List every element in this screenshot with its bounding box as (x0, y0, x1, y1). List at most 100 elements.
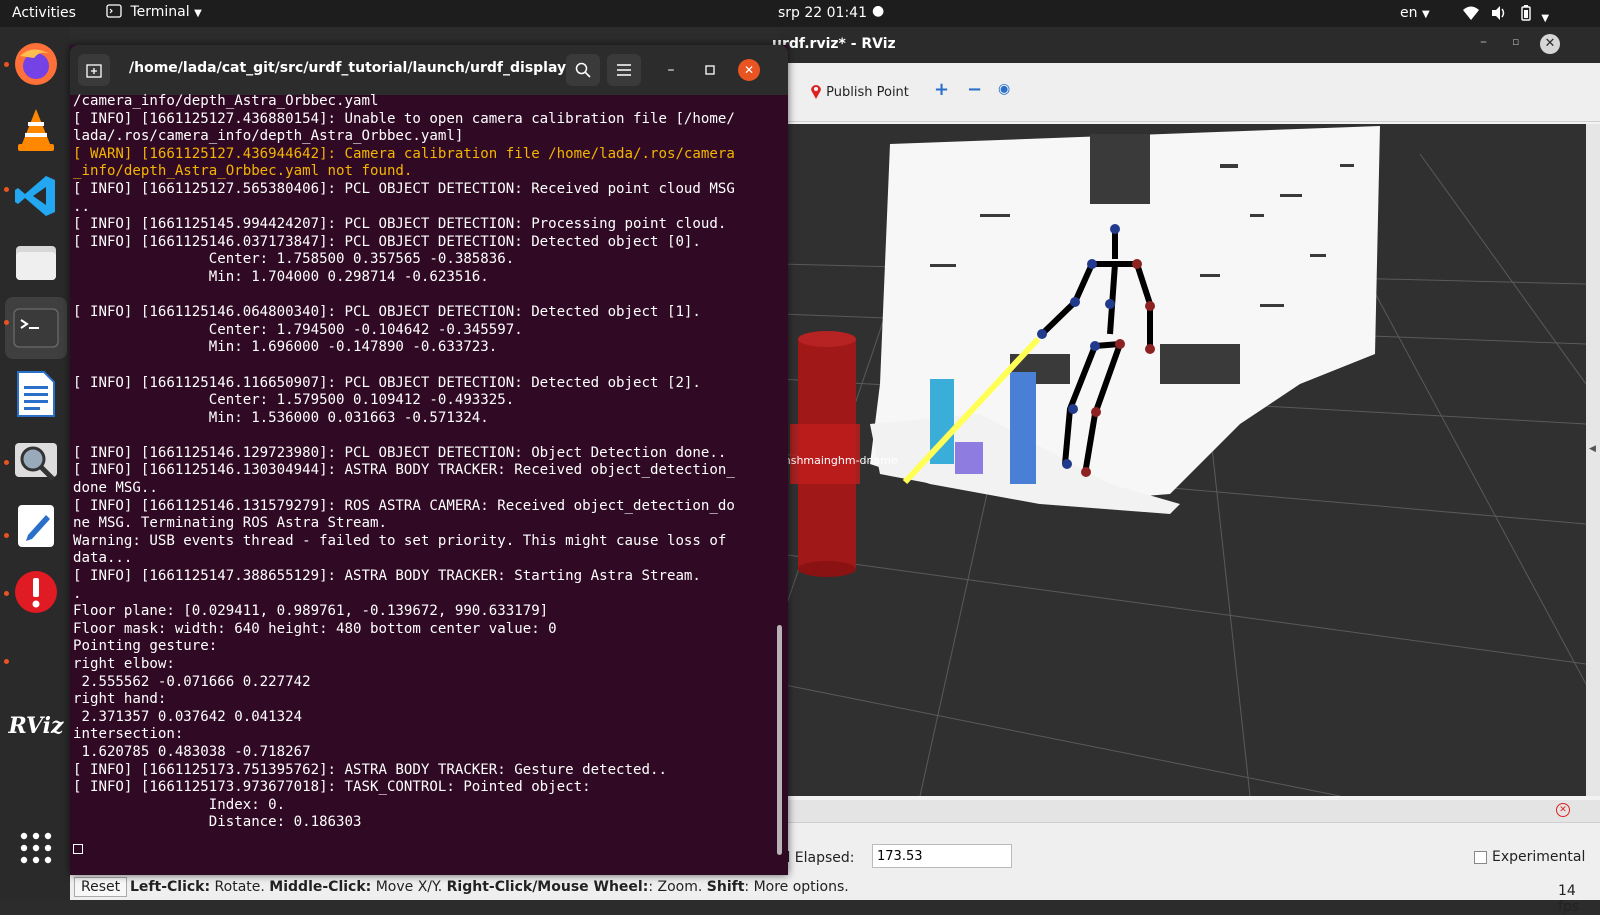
terminal-line: 2.371357 0.037642 0.041324 (73, 708, 303, 725)
show-apps-icon (20, 832, 52, 864)
terminal-line: Floor plane: [0.029411, 0.989761, -0.139… (73, 603, 549, 620)
dock-rviz[interactable]: RViz (5, 695, 67, 757)
minimize-button[interactable]: – (1480, 34, 1487, 50)
rviz-titlebar: urdf.rviz* - RViz – ▫ ✕ (772, 27, 1600, 63)
dock-text-editor[interactable] (5, 495, 67, 557)
rviz-side-handle[interactable]: ◀ (1586, 124, 1600, 796)
terminal-line: right elbow: (73, 656, 175, 672)
running-indicator (4, 659, 9, 664)
new-tab-button[interactable] (78, 54, 110, 86)
terminal-line: [ INFO] [1661125145.994424207]: PCL OBJE… (73, 216, 727, 233)
clock[interactable]: srp 22 01:41 (778, 5, 867, 21)
app-name-label: Terminal (130, 4, 190, 20)
maximize-button[interactable]: ▫ (1512, 35, 1519, 48)
rviz-toolbar: al Publish Point + − ◉ (774, 63, 1600, 122)
rviz-window-title: urdf.rviz* - RViz (772, 36, 896, 52)
dock-show-apps[interactable] (5, 817, 67, 879)
terminal-app-menu[interactable]: Terminal ▼ (106, 4, 202, 20)
chevron-down-icon: ▼ (194, 8, 202, 19)
dock-writer[interactable] (5, 363, 67, 425)
running-indicator (4, 320, 9, 325)
experimental-label: Experimental (1492, 849, 1586, 865)
language-selector[interactable]: en ▼ (1400, 5, 1430, 21)
terminal-line: Center: 1.758500 0.357565 -0.385836. (73, 251, 515, 268)
activities-button[interactable]: Activities (12, 5, 76, 21)
maximize-button[interactable] (699, 59, 721, 81)
text-editor-icon (18, 505, 54, 547)
plus-icon[interactable]: + (934, 79, 949, 100)
dock-firefox[interactable] (5, 33, 67, 95)
time-panel-header: ✕ (780, 800, 1600, 823)
terminal-line: [ INFO] [1661125147.388655129]: ASTRA BO… (73, 568, 701, 585)
terminal-icon (13, 308, 59, 348)
terminal-line: [ INFO] [1661125127.436880154]: Unable t… (73, 110, 735, 127)
dock-vscode[interactable] (5, 165, 67, 227)
publish-point-label: Publish Point (826, 85, 909, 100)
terminal-cursor (73, 844, 83, 854)
terminal-line: [ INFO] [1661125146.116650907]: PCL OBJE… (73, 374, 701, 391)
detected-object-1 (955, 442, 983, 474)
terminal-line: _info/depth_Astra_Orbbec.yaml not found. (73, 163, 413, 180)
close-button[interactable]: ✕ (738, 59, 760, 81)
dock-image-viewer[interactable] (5, 429, 67, 491)
dock: RViz (0, 27, 70, 900)
terminal-line: [ INFO] [1661125173.751395762]: ASTRA BO… (73, 761, 667, 778)
system-menu[interactable]: ▼ (1462, 5, 1549, 25)
terminal-line: 2.555562 -0.071666 0.227742 (73, 673, 311, 690)
wall-elapsed-field[interactable] (872, 844, 1012, 868)
terminal-output[interactable]: /camera_info/depth_Astra_Orbbec.yaml[ IN… (73, 93, 773, 893)
menu-button[interactable] (607, 54, 641, 86)
maximize-icon (705, 65, 715, 75)
dock-files[interactable] (5, 231, 67, 293)
terminal-line: . (73, 585, 82, 602)
frame-label: mshmainghm-dname (780, 454, 898, 467)
terminal-small-icon (106, 4, 122, 18)
firefox-icon (15, 43, 57, 85)
terminal-line: 1.620785 0.483038 -0.718267 (73, 743, 311, 760)
terminal-line: intersection: (73, 726, 184, 743)
terminal-line: /camera_info/depth_Astra_Orbbec.yaml (73, 93, 379, 109)
terminal-line: .. (73, 198, 90, 215)
terminal-window: /home/lada/cat_git/src/urdf_tutorial/lau… (70, 45, 788, 875)
terminal-line: lada/.ros/camera_info/depth_Astra_Orbbec… (73, 128, 464, 145)
chevron-down-icon: ▼ (1421, 9, 1430, 20)
rviz-icon: RViz (8, 713, 64, 739)
terminal-line: done MSG.. (73, 480, 158, 497)
minus-icon[interactable]: − (967, 79, 982, 100)
terminal-line: [ INFO] [1661125146.129723980]: PCL OBJE… (73, 444, 727, 461)
3d-viewport[interactable]: mshmainghm-dname (780, 124, 1586, 796)
close-panel-icon[interactable]: ✕ (1556, 803, 1570, 817)
terminal-line: Center: 1.579500 0.109412 -0.493325. (73, 392, 515, 409)
terminal-line: Min: 1.696000 -0.147890 -0.633723. (73, 339, 498, 356)
running-indicator (4, 62, 9, 67)
chevron-left-icon: ◀ (1589, 444, 1596, 454)
volume-icon (1492, 6, 1505, 20)
publish-point-button[interactable]: Publish Point (810, 83, 909, 100)
error-report-icon (15, 571, 57, 613)
running-indicator (4, 591, 9, 596)
terminal-line: ne MSG. Terminating ROS Astra Stream. (73, 515, 387, 532)
dock-error-report[interactable] (5, 561, 67, 623)
eye-icon[interactable]: ◉ (998, 81, 1010, 97)
terminal-line: [ INFO] [1661125173.973677018]: TASK_CON… (73, 779, 591, 796)
writer-icon (17, 371, 55, 417)
dock-vlc[interactable] (5, 99, 67, 161)
image-viewer-icon (15, 443, 57, 481)
battery-icon (1521, 5, 1531, 21)
detected-object-2 (1010, 372, 1036, 484)
terminal-line: Distance: 0.186303 (73, 814, 362, 831)
terminal-scrollbar[interactable] (777, 625, 782, 855)
search-button[interactable] (566, 54, 600, 86)
minimize-button[interactable]: – (660, 59, 682, 81)
terminal-line: Center: 1.794500 -0.104642 -0.345597. (73, 321, 523, 338)
close-button[interactable]: ✕ (1540, 34, 1560, 54)
chevron-down-icon: ▼ (1541, 13, 1550, 24)
dock-terminal[interactable] (5, 297, 67, 359)
terminal-line: [ INFO] [1661125146.064800340]: PCL OBJE… (73, 304, 701, 321)
scene-render: mshmainghm-dname (780, 126, 1586, 796)
experimental-checkbox[interactable] (1474, 851, 1487, 864)
fps-counter: 14 fps (1558, 883, 1580, 915)
